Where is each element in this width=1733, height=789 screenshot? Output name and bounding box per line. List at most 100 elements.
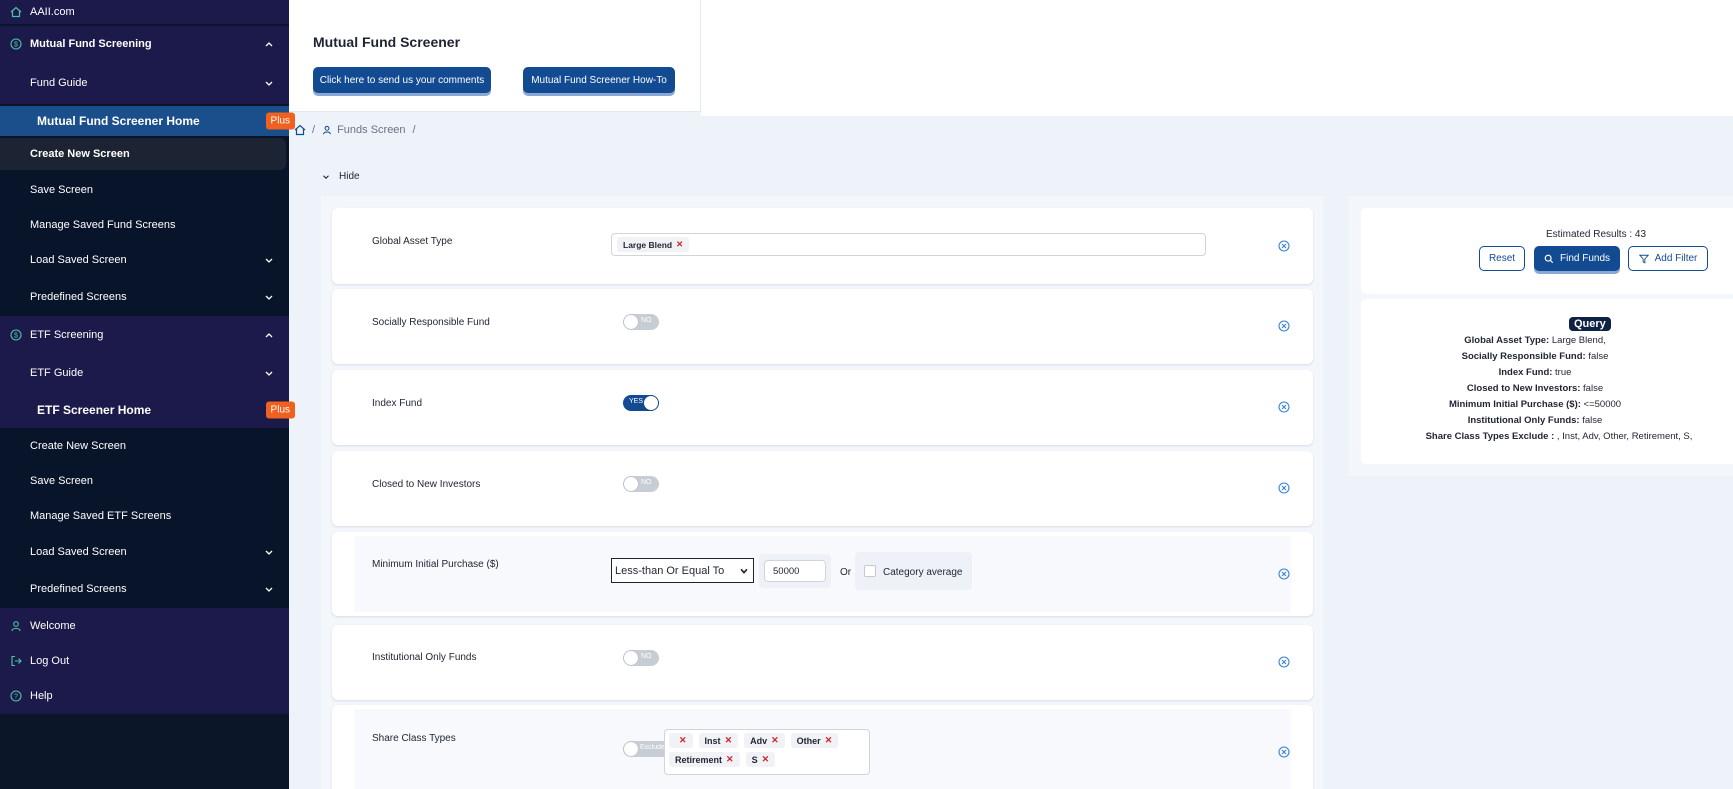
- selected-tag: Adv ✕: [744, 733, 785, 748]
- remove-filter-icon[interactable]: [1278, 401, 1290, 413]
- selected-tag: Other ✕: [790, 733, 839, 748]
- plus-badge: Plus: [265, 401, 295, 419]
- breadcrumb-separator: /: [412, 124, 416, 136]
- svg-text:$: $: [14, 42, 18, 49]
- svg-text:?: ?: [14, 694, 18, 701]
- min-purchase-input[interactable]: 50000: [764, 560, 826, 582]
- socially-responsible-toggle[interactable]: NO: [623, 314, 659, 330]
- filter-share-class-types: Share Class Types Exclude ✕ Inst ✕ Adv ✕ O…: [332, 705, 1313, 789]
- remove-filter-icon[interactable]: [1278, 656, 1290, 668]
- share-class-select[interactable]: ✕ Inst ✕ Adv ✕ Other ✕ Retirement ✕ S ✕: [664, 729, 870, 775]
- estimated-results: Estimated Results : 43: [1546, 229, 1647, 240]
- selected-tag: Large Blend ✕: [617, 237, 690, 252]
- sidebar-item-save-screen[interactable]: Save Screen: [0, 172, 289, 208]
- remove-tag-icon[interactable]: ✕: [676, 239, 683, 250]
- sidebar-item-label: ETF Screening: [30, 329, 104, 341]
- sidebar-item-mutual-fund-screening[interactable]: $ Mutual Fund Screening: [0, 26, 289, 62]
- sidebar-item-welcome[interactable]: Welcome: [0, 608, 289, 644]
- toggle-text: NO: [641, 479, 652, 486]
- remove-tag-icon[interactable]: ✕: [771, 735, 779, 746]
- query-line: Institutional Only Funds: false: [1467, 415, 1603, 426]
- or-label: Or: [840, 567, 852, 578]
- chevron-up-icon: [265, 333, 273, 338]
- sidebar-item-mutual-fund-screener-home[interactable]: Mutual Fund Screener Home Plus: [0, 106, 295, 136]
- toggle-text: NO: [641, 317, 652, 324]
- query-line: Index Fund: true: [1498, 367, 1572, 378]
- selected-tag: Inst ✕: [698, 733, 739, 748]
- reset-button[interactable]: Reset: [1479, 246, 1525, 271]
- sidebar-item-load-saved-screen[interactable]: Load Saved Screen: [0, 534, 289, 570]
- remove-tag-icon[interactable]: ✕: [725, 735, 733, 746]
- tag-label: Other: [796, 735, 821, 746]
- query-line: Global Asset Type: Large Blend,: [1464, 335, 1606, 346]
- sidebar-item-label: Predefined Screens: [30, 583, 127, 595]
- sidebar-item-create-new-screen[interactable]: Create New Screen: [0, 136, 289, 172]
- toggle-text: NO: [641, 653, 652, 660]
- chevron-down-icon: [265, 81, 273, 86]
- chevron-down-icon: [265, 258, 273, 263]
- header-card: Mutual Fund Screener Click here to send …: [289, 0, 701, 112]
- dollar-icon: $: [10, 38, 22, 50]
- sidebar-item-save-screen[interactable]: Save Screen: [0, 464, 289, 498]
- add-filter-label: Add Filter: [1654, 253, 1698, 264]
- sidebar-item-fund-guide[interactable]: Fund Guide: [0, 62, 289, 104]
- hide-filters-toggle[interactable]: Hide: [321, 171, 360, 182]
- query-card: Query Global Asset Type: Large Blend, So…: [1361, 299, 1733, 464]
- sidebar-item-label: Manage Saved Fund Screens: [30, 219, 176, 231]
- operator-select[interactable]: Less-than Or Equal To: [611, 558, 754, 583]
- remove-filter-icon[interactable]: [1278, 240, 1290, 252]
- sidebar-item-predefined-screens[interactable]: Predefined Screens: [0, 278, 289, 316]
- tag-label: Retirement: [675, 754, 723, 765]
- chevron-down-icon: [265, 295, 273, 300]
- chevron-down-icon: [265, 371, 273, 376]
- sidebar: AAII.com $ Mutual Fund Screening Fund Gu…: [0, 0, 295, 789]
- remove-tag-icon[interactable]: ✕: [679, 735, 687, 746]
- sidebar-item-label: Fund Guide: [30, 77, 88, 89]
- find-funds-button[interactable]: Find Funds: [1534, 246, 1620, 271]
- index-fund-toggle[interactable]: YES: [623, 395, 659, 411]
- sidebar-item-etf-screener-home[interactable]: ETF Screener Home Plus: [0, 392, 295, 428]
- sidebar-item-create-new-screen[interactable]: Create New Screen: [0, 428, 289, 464]
- page-title: Mutual Fund Screener: [313, 34, 461, 50]
- sidebar-item-predefined-screens[interactable]: Predefined Screens: [0, 570, 289, 608]
- sidebar-item-help[interactable]: ? Help: [0, 678, 289, 714]
- breadcrumb-separator: /: [312, 124, 316, 136]
- remove-tag-icon[interactable]: ✕: [825, 735, 833, 746]
- selected-tag: ✕: [669, 733, 693, 748]
- send-comments-button[interactable]: Click here to send us your comments: [313, 67, 491, 93]
- remove-tag-icon[interactable]: ✕: [726, 754, 734, 765]
- sidebar-item-manage-saved-fund-screens[interactable]: Manage Saved Fund Screens: [0, 208, 289, 242]
- add-filter-button[interactable]: Add Filter: [1628, 246, 1708, 271]
- sidebar-item-etf-guide[interactable]: ETF Guide: [0, 354, 289, 392]
- selected-tag: S ✕: [745, 752, 776, 767]
- sidebar-item-label: Load Saved Screen: [30, 546, 127, 558]
- tag-label: Adv: [750, 735, 768, 746]
- remove-filter-icon[interactable]: [1278, 568, 1290, 580]
- home-icon[interactable]: [294, 124, 306, 136]
- results-card: Estimated Results : 43 Reset Find Funds …: [1361, 208, 1733, 294]
- institutional-only-toggle[interactable]: NO: [623, 650, 659, 666]
- sidebar-item-label: Welcome: [30, 620, 76, 632]
- query-line: Share Class Types Exclude : , Inst, Adv,…: [1425, 431, 1693, 442]
- sidebar-item-label: Predefined Screens: [30, 291, 127, 303]
- category-average-checkbox[interactable]: [864, 565, 876, 577]
- breadcrumb-funds-screen[interactable]: Funds Screen: [337, 124, 405, 136]
- remove-filter-icon[interactable]: [1278, 320, 1290, 332]
- screener-howto-button[interactable]: Mutual Fund Screener How-To: [523, 67, 675, 93]
- remove-tag-icon[interactable]: ✕: [762, 754, 770, 765]
- closed-to-new-toggle[interactable]: NO: [623, 476, 659, 492]
- sidebar-item-load-saved-screen[interactable]: Load Saved Screen: [0, 242, 289, 278]
- user-icon: [323, 125, 332, 135]
- tag-label: Inst: [704, 735, 721, 746]
- sidebar-item-manage-saved-etf-screens[interactable]: Manage Saved ETF Screens: [0, 498, 289, 534]
- remove-filter-icon[interactable]: [1278, 746, 1290, 758]
- tag-label: S: [751, 754, 758, 765]
- sidebar-item-etf-screening[interactable]: $ ETF Screening: [0, 316, 289, 354]
- asset-type-select[interactable]: Large Blend ✕: [611, 233, 1206, 256]
- sidebar-item-aaii[interactable]: AAII.com: [0, 0, 289, 24]
- remove-filter-icon[interactable]: [1278, 482, 1290, 494]
- dollar-icon: $: [10, 329, 22, 341]
- breadcrumb: / Funds Screen /: [294, 124, 423, 136]
- filters-panel: Global Asset Type Large Blend ✕ Socially…: [321, 196, 1323, 789]
- sidebar-item-log-out[interactable]: Log Out: [0, 644, 289, 678]
